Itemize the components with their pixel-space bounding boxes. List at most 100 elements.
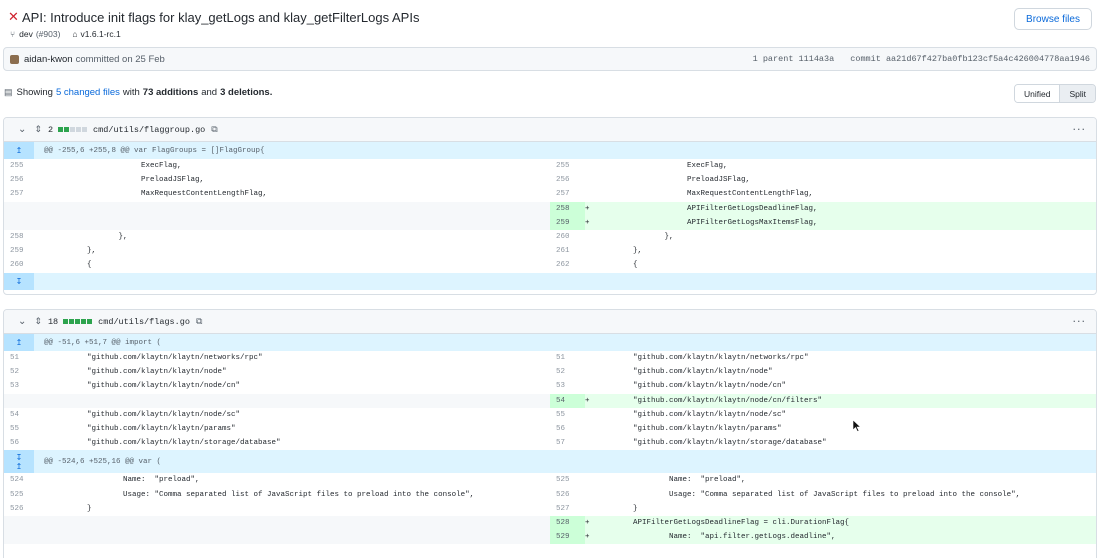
- code-line: "github.com/klaytn/klaytn/node/sc": [597, 410, 787, 419]
- copy-icon[interactable]: ⧉: [196, 317, 202, 327]
- line-number[interactable]: 524: [4, 473, 39, 487]
- line-number[interactable]: 52: [4, 365, 39, 379]
- commit-header: ✕ API: Introduce init flags for klay_get…: [0, 0, 1100, 43]
- diff-right: 262 {: [550, 258, 1096, 272]
- line-number[interactable]: 527: [550, 502, 585, 516]
- line-number[interactable]: [4, 394, 39, 408]
- line-number[interactable]: 260: [4, 258, 39, 272]
- line-number[interactable]: 256: [550, 173, 585, 187]
- summary-with: with: [122, 87, 140, 98]
- line-number[interactable]: 258: [550, 201, 585, 216]
- file-path[interactable]: cmd/utils/flags.go: [98, 317, 190, 327]
- kebab-menu-icon[interactable]: ···: [1073, 123, 1087, 136]
- tag-name[interactable]: v1.6.1-rc.1: [81, 29, 121, 39]
- line-number[interactable]: 525: [550, 473, 585, 487]
- hunk-text: @@ -51,6 +51,7 @@ import (: [44, 338, 162, 347]
- commit-hash: commit aa21d67f427ba0fb123cf5a4c42600477…: [850, 54, 1090, 64]
- copy-icon[interactable]: ⧉: [211, 125, 217, 135]
- line-number[interactable]: [4, 530, 39, 544]
- line-number[interactable]: 257: [550, 187, 585, 201]
- change-count: 2: [47, 124, 54, 135]
- diff-right: 255 ExecFlag,: [550, 159, 1096, 173]
- code-line: {: [597, 261, 638, 270]
- expand-all-icon[interactable]: ⇕: [34, 317, 42, 327]
- line-number[interactable]: 261: [550, 244, 585, 258]
- line-number[interactable]: 259: [4, 244, 39, 258]
- line-number[interactable]: 51: [550, 351, 585, 365]
- diff-right: 57 "github.com/klaytn/klaytn/storage/dat…: [550, 436, 1096, 450]
- line-number[interactable]: 259: [550, 215, 585, 230]
- kebab-menu-icon[interactable]: ···: [1073, 315, 1087, 328]
- diff-left: 524 Name: "preload",: [4, 473, 550, 487]
- hunk-text: @@ -524,6 +525,16 @@ var (: [44, 457, 162, 466]
- expand-all-icon[interactable]: ⇕: [34, 125, 42, 135]
- status-failed-icon[interactable]: ✕: [8, 9, 22, 25]
- line-number[interactable]: 55: [4, 422, 39, 436]
- diff-row: 54 "github.com/klaytn/klaytn/node/sc" 55 …: [4, 408, 1096, 422]
- code-line: MaxRequestContentLengthFlag,: [51, 190, 268, 199]
- expand-up-icon[interactable]: ↥: [4, 334, 34, 351]
- line-number[interactable]: 258: [4, 230, 39, 244]
- line-number[interactable]: 53: [4, 379, 39, 393]
- line-number[interactable]: [4, 216, 39, 230]
- line-number[interactable]: 528: [550, 515, 585, 531]
- line-number[interactable]: 56: [550, 422, 585, 436]
- chevron-down-icon[interactable]: ⌄: [18, 316, 26, 327]
- diff-left: [4, 215, 550, 230]
- commit-meta: 1 parent 1114a3a commit aa21d67f427ba0fb…: [753, 54, 1090, 64]
- diff-left: [4, 515, 550, 531]
- browse-files-button[interactable]: Browse files: [1014, 8, 1092, 30]
- split-view-button[interactable]: Split: [1059, 85, 1095, 102]
- hunk-header: ↥ @@ -255,6 +255,8 @@ var FlagGroups = […: [4, 142, 1096, 159]
- line-number[interactable]: 526: [550, 488, 585, 502]
- line-number[interactable]: 526: [4, 502, 39, 516]
- line-number[interactable]: 256: [4, 173, 39, 187]
- expand-up-icon[interactable]: ↥: [4, 142, 34, 159]
- chevron-down-icon[interactable]: ⌄: [18, 124, 26, 135]
- line-number[interactable]: 260: [550, 230, 585, 244]
- commit-title: API: Introduce init flags for klay_getLo…: [22, 9, 420, 25]
- changed-files-link[interactable]: 5 changed files: [56, 87, 120, 98]
- diff-row: 257 MaxRequestContentLengthFlag, 257 MaxR…: [4, 187, 1096, 201]
- diff-left: 55 "github.com/klaytn/klaytn/params": [4, 422, 550, 436]
- diff-sign: [585, 244, 597, 258]
- file-header: ⌄ ⇕ 18 cmd/utils/flags.go ⧉ ···: [4, 310, 1096, 334]
- pr-link[interactable]: (#903): [36, 29, 61, 39]
- line-number[interactable]: 257: [4, 187, 39, 201]
- diff-sign: +: [585, 515, 597, 531]
- diff-left: 256 PreloadJSFlag,: [4, 173, 550, 187]
- code-line: },: [51, 232, 128, 241]
- diff-left: 257 MaxRequestContentLengthFlag,: [4, 187, 550, 201]
- line-number[interactable]: 56: [4, 436, 39, 450]
- diff-sign: [39, 516, 51, 530]
- line-number[interactable]: 525: [4, 488, 39, 502]
- diff-sign: +: [585, 530, 597, 545]
- diff-left: 52 "github.com/klaytn/klaytn/node": [4, 365, 550, 379]
- line-number[interactable]: 57: [550, 436, 585, 450]
- diff-left: 258 },: [4, 230, 550, 244]
- unified-view-button[interactable]: Unified: [1014, 85, 1060, 102]
- line-number[interactable]: 51: [4, 351, 39, 365]
- expand-both-icon[interactable]: ↧ ↥: [4, 450, 34, 474]
- branch-name[interactable]: dev: [19, 29, 33, 39]
- diff-sign: [585, 436, 597, 450]
- line-number[interactable]: 53: [550, 379, 585, 393]
- code-line: "github.com/klaytn/klaytn/node": [51, 368, 227, 377]
- line-number[interactable]: 262: [550, 258, 585, 272]
- line-number[interactable]: 529: [550, 530, 585, 545]
- line-number[interactable]: 255: [550, 159, 585, 173]
- file-path[interactable]: cmd/utils/flaggroup.go: [93, 125, 205, 135]
- line-number[interactable]: 54: [550, 393, 585, 408]
- line-number[interactable]: 255: [4, 159, 39, 173]
- line-number[interactable]: 54: [4, 408, 39, 422]
- diff-right: 256 PreloadJSFlag,: [550, 173, 1096, 187]
- line-number[interactable]: 52: [550, 365, 585, 379]
- expand-down-icon[interactable]: ↧: [4, 272, 34, 290]
- avatar[interactable]: [10, 54, 19, 64]
- line-number[interactable]: [4, 202, 39, 216]
- diff-right: 261 },: [550, 244, 1096, 258]
- parent-link[interactable]: 1 parent 1114a3a: [753, 54, 835, 64]
- commit-author[interactable]: aidan-kwon: [24, 54, 73, 65]
- line-number[interactable]: [4, 516, 39, 530]
- line-number[interactable]: 55: [550, 408, 585, 422]
